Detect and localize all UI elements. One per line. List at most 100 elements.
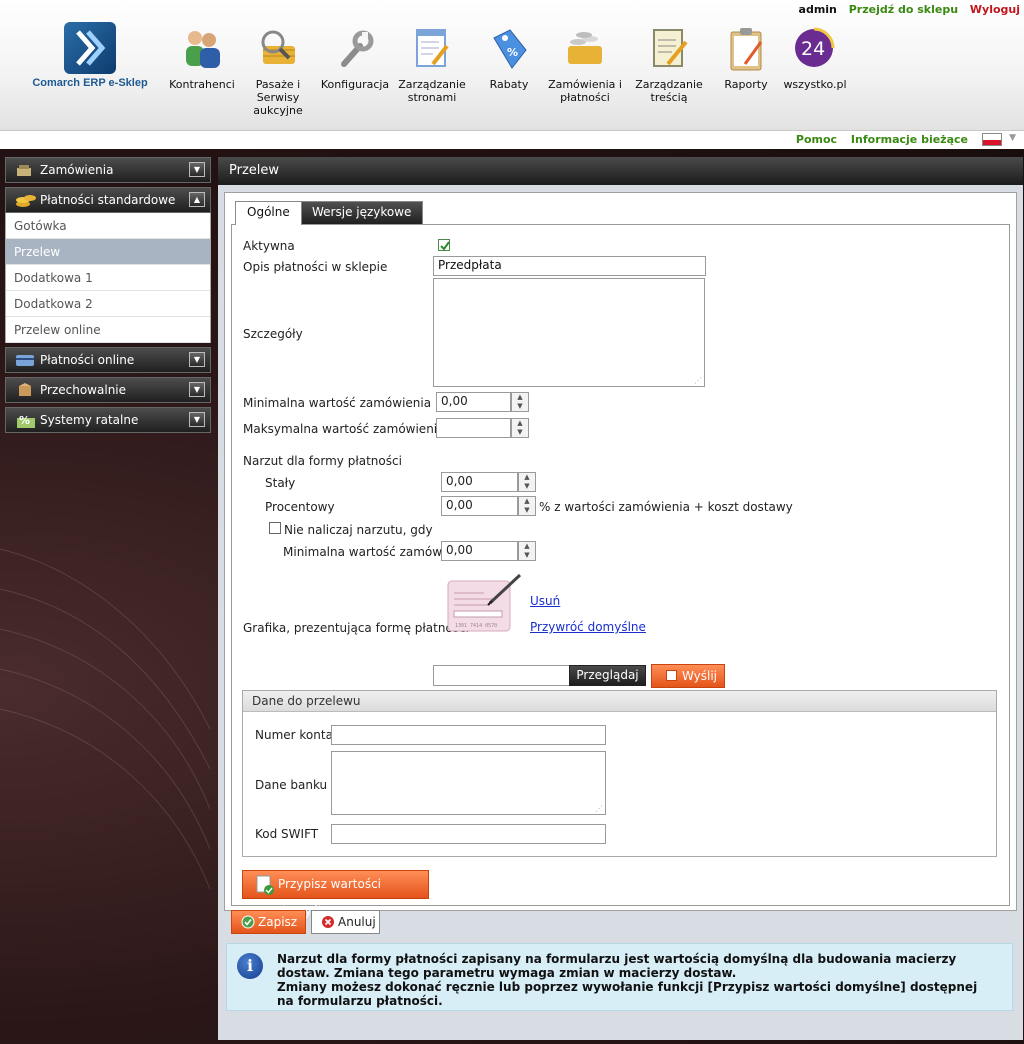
percent-input[interactable]: 0,00 [441, 496, 518, 516]
logo-text: Comarch ERP e-Sklep [32, 77, 148, 89]
nav-rabaty[interactable]: % Rabaty [467, 24, 551, 91]
description-input[interactable]: Przedpłata [433, 256, 706, 276]
bank-data-textarea[interactable]: ⋰ [331, 751, 606, 815]
active-checkbox[interactable] [438, 239, 450, 251]
min-value-stepper[interactable]: 0,00 ▲ ▼ [436, 392, 529, 412]
percent-suffix: % z wartości zamówienia + koszt dostawy [539, 500, 793, 514]
svg-text:1301 7414 0570: 1301 7414 0570 [455, 623, 497, 629]
tab-language-versions[interactable]: Wersje językowe [300, 201, 424, 224]
fixed-input[interactable]: 0,00 [441, 472, 518, 492]
main-panel: Przelew Ogólne Wersje językowe Aktywna O… [218, 157, 1023, 1040]
stepper-buttons[interactable]: ▲ ▼ [511, 418, 529, 438]
active-label: Aktywna [243, 239, 295, 253]
checkmark-icon [440, 241, 450, 251]
sidebar-section-systemy-ratalne[interactable]: % Systemy ratalne ▼ [5, 407, 211, 433]
restore-defaults-link[interactable]: Przywróć domyślne [530, 620, 646, 634]
fixed-label: Stały [265, 476, 296, 490]
account-number-input[interactable] [331, 725, 606, 745]
nav-zarzadzanie-stronami[interactable]: Zarządzanie stronami [390, 24, 474, 104]
min-order-stepper[interactable]: 0,00 ▲ ▼ [441, 541, 536, 561]
info-line: Zmiany możesz dokonać ręcznie lub poprze… [277, 980, 978, 1008]
sidebar-item-przelew-online[interactable]: Przelew online [6, 317, 210, 343]
chevron-up-icon[interactable]: ▲ [189, 192, 205, 207]
transfer-details-group: Dane do przelewu Numer konta Dane banku … [242, 690, 997, 857]
chevron-down-icon[interactable]: ▼ [189, 162, 205, 177]
no-surcharge-label: Nie naliczaj narzutu, gdy [284, 523, 433, 537]
magnifier-basket-icon [255, 24, 301, 74]
nav-kontrahenci[interactable]: Kontrahenci [160, 24, 244, 91]
save-button-label: Zapisz [258, 915, 298, 929]
nav-label: Rabaty [489, 78, 529, 91]
help-link[interactable]: Pomoc [796, 133, 837, 146]
chevron-down-icon[interactable]: ▼ [189, 352, 205, 367]
sidebar-item-przelew[interactable]: Przelew [6, 239, 210, 265]
sidebar-section-zamowienia[interactable]: Zamówienia ▼ [5, 157, 211, 183]
polish-flag-icon[interactable] [982, 133, 1002, 146]
wrench-icon [332, 24, 378, 74]
details-textarea[interactable]: ⋰ [433, 278, 705, 387]
sidebar-section-platnosci-standardowe[interactable]: Płatności standardowe ▲ [5, 187, 211, 213]
tab-general[interactable]: Ogólne [235, 201, 302, 225]
stepper-buttons[interactable]: ▲ ▼ [518, 496, 536, 516]
comarch-logo[interactable]: Comarch ERP e-Sklep [30, 22, 150, 89]
coins-icon [15, 192, 36, 208]
card-icon [15, 352, 35, 368]
sidebar-section-platnosci-online[interactable]: Płatności online ▼ [5, 347, 211, 373]
current-info-link[interactable]: Informacje bieżące [851, 133, 968, 146]
browse-button[interactable]: Przeglądaj [569, 665, 646, 686]
top-header: admin Przejdź do sklepu Wyloguj Comarch … [0, 0, 1024, 131]
remove-graphic-link[interactable]: Usuń [530, 594, 560, 608]
chevron-down-icon[interactable]: ▼ [189, 382, 205, 397]
info-text: Narzut dla formy płatności zapisany na f… [277, 952, 997, 1008]
chevron-down-icon[interactable]: ▼ [189, 412, 205, 427]
chevron-down-icon: ▼ [517, 402, 523, 410]
cancel-button[interactable]: Anuluj [311, 910, 380, 934]
sidebar-section-label: Zamówienia [40, 163, 114, 177]
sidebar-item-dodatkowa-2[interactable]: Dodatkowa 2 [6, 291, 210, 317]
sidebar-section-przechowalnie[interactable]: Przechowalnie ▼ [5, 377, 211, 403]
stepper-buttons[interactable]: ▲ ▼ [511, 392, 529, 412]
page-edit-icon [409, 24, 455, 74]
sidebar-item-dodatkowa-1[interactable]: Dodatkowa 1 [6, 265, 210, 291]
discount-tag-icon: % [486, 24, 532, 74]
nav-wszystko[interactable]: 24 wszystko.pl [773, 24, 857, 91]
stepper-buttons[interactable]: ▲ ▼ [518, 472, 536, 492]
chevron-down-icon[interactable]: ▼ [1009, 133, 1016, 143]
save-button[interactable]: Zapisz [231, 910, 306, 934]
min-value-input[interactable]: 0,00 [436, 392, 511, 412]
sidebar-section-label: Przechowalnie [40, 383, 127, 397]
percent-stepper[interactable]: 0,00 ▲ ▼ [441, 496, 536, 516]
nav-pasaze[interactable]: Pasaże i Serwisy aukcyjne [236, 24, 320, 117]
box-icon [15, 382, 35, 398]
svg-text:%: % [19, 414, 30, 427]
nav-label: Zamówienia i płatności [548, 78, 622, 104]
details-label: Szczegóły [243, 327, 303, 341]
min-order-input[interactable]: 0,00 [441, 541, 518, 561]
sidebar-item-gotowka[interactable]: Gotówka [6, 213, 210, 239]
nav-zarzadzanie-trescia[interactable]: Zarządzanie treścią [627, 24, 711, 104]
info-line: Narzut dla formy płatności zapisany na f… [277, 952, 957, 980]
chevron-down-icon: ▼ [524, 482, 530, 490]
file-path-input[interactable] [433, 665, 570, 686]
nav-konfiguracja[interactable]: Konfiguracja [313, 24, 397, 91]
assign-defaults-button[interactable]: Przypisz wartości domyślne [242, 870, 429, 918]
graphic-label: Grafika, prezentująca formę płatności [243, 621, 469, 635]
document-check-icon [256, 875, 274, 895]
resize-grip-icon[interactable]: ⋰ [694, 377, 702, 385]
description-label: Opis płatności w sklepie [243, 260, 388, 274]
max-value-stepper[interactable]: ▲ ▼ [436, 418, 529, 438]
stepper-buttons[interactable]: ▲ ▼ [518, 541, 536, 561]
max-value-input[interactable] [436, 418, 511, 438]
no-surcharge-checkbox[interactable] [269, 522, 281, 534]
goto-shop-link[interactable]: Przejdź do sklepu [849, 3, 958, 16]
basket-coins-icon [562, 24, 608, 74]
sidebar-section-label: Płatności standardowe [40, 193, 176, 207]
swift-code-label: Kod SWIFT [255, 827, 319, 841]
resize-grip-icon[interactable]: ⋰ [595, 805, 603, 813]
swift-code-input[interactable] [331, 824, 606, 844]
nav-zamowienia-platnosci[interactable]: Zamówienia i płatności [543, 24, 627, 104]
nav-label: Zarządzanie stronami [398, 78, 466, 104]
fixed-stepper[interactable]: 0,00 ▲ ▼ [441, 472, 536, 492]
send-button[interactable]: Wyślij [651, 664, 725, 688]
logout-link[interactable]: Wyloguj [970, 3, 1020, 16]
